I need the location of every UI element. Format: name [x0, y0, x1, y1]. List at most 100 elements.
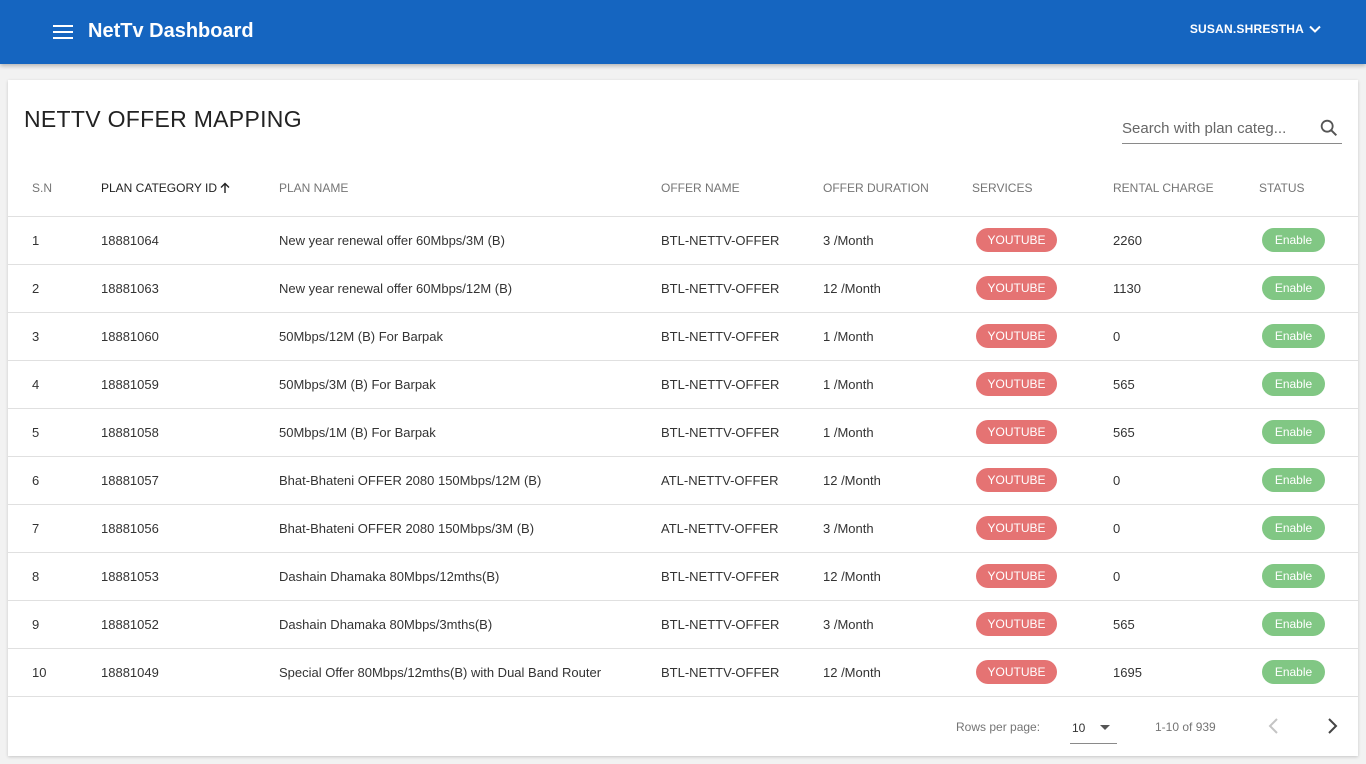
chevron-right-icon — [1328, 718, 1338, 734]
header-status[interactable]: STATUS — [1259, 160, 1358, 217]
cell-plan-category-id: 18881052 — [101, 600, 279, 649]
cell-offer-name: BTL-NETTV-OFFER — [661, 408, 823, 457]
status-badge[interactable]: Enable — [1262, 372, 1325, 396]
status-badge[interactable]: Enable — [1262, 612, 1325, 636]
search-field — [1122, 114, 1342, 144]
cell-offer-name: BTL-NETTV-OFFER — [661, 552, 823, 601]
service-badge[interactable]: YOUTUBE — [976, 276, 1057, 300]
cell-sn: 8 — [8, 552, 101, 601]
cell-offer-name: BTL-NETTV-OFFER — [661, 216, 823, 265]
table-row[interactable]: 2 18881063 New year renewal offer 60Mbps… — [8, 264, 1358, 313]
table-row[interactable]: 3 18881060 50Mbps/12M (B) For Barpak BTL… — [8, 312, 1358, 361]
pagination-bar: Rows per page: 10 1-10 of 939 — [8, 698, 1358, 756]
user-menu[interactable]: SUSAN.SHRESTHA — [1190, 22, 1322, 36]
cell-offer-name: ATL-NETTV-OFFER — [661, 456, 823, 505]
header-rental-charge[interactable]: RENTAL CHARGE — [1113, 160, 1259, 217]
cell-offer-duration: 1 /Month — [823, 360, 972, 409]
cell-rental-charge: 0 — [1113, 456, 1259, 505]
service-badge[interactable]: YOUTUBE — [976, 564, 1057, 588]
cell-services: YOUTUBE — [972, 216, 1113, 265]
search-icon[interactable] — [1318, 117, 1340, 139]
cell-status: Enable — [1259, 264, 1358, 313]
cell-plan-category-id: 18881059 — [101, 360, 279, 409]
cell-sn: 2 — [8, 264, 101, 313]
caret-down-icon — [1100, 725, 1110, 730]
table-row[interactable]: 9 18881052 Dashain Dhamaka 80Mbps/3mths(… — [8, 600, 1358, 649]
cell-status: Enable — [1259, 216, 1358, 265]
next-page-button[interactable] — [1320, 714, 1344, 738]
status-badge[interactable]: Enable — [1262, 660, 1325, 684]
cell-plan-category-id: 18881063 — [101, 264, 279, 313]
status-badge[interactable]: Enable — [1262, 276, 1325, 300]
cell-offer-duration: 12 /Month — [823, 552, 972, 601]
page-title: NETTV OFFER MAPPING — [24, 106, 302, 132]
cell-sn: 6 — [8, 456, 101, 505]
cell-services: YOUTUBE — [972, 456, 1113, 505]
cell-status: Enable — [1259, 504, 1358, 553]
cell-status: Enable — [1259, 552, 1358, 601]
status-badge[interactable]: Enable — [1262, 324, 1325, 348]
table-row[interactable]: 4 18881059 50Mbps/3M (B) For Barpak BTL-… — [8, 360, 1358, 409]
cell-rental-charge: 1695 — [1113, 648, 1259, 697]
cell-plan-category-id: 18881064 — [101, 216, 279, 265]
cell-sn: 1 — [8, 216, 101, 265]
cell-services: YOUTUBE — [972, 408, 1113, 457]
cell-services: YOUTUBE — [972, 312, 1113, 361]
cell-plan-name: Bhat-Bhateni OFFER 2080 150Mbps/12M (B) — [279, 456, 661, 505]
table-row[interactable]: 7 18881056 Bhat-Bhateni OFFER 2080 150Mb… — [8, 504, 1358, 553]
cell-plan-category-id: 18881057 — [101, 456, 279, 505]
header-offer-name[interactable]: OFFER NAME — [661, 160, 823, 217]
status-badge[interactable]: Enable — [1262, 516, 1325, 540]
cell-plan-category-id: 18881060 — [101, 312, 279, 361]
menu-button[interactable] — [48, 17, 78, 47]
offer-mapping-card: NETTV OFFER MAPPING S.N PLAN CATEGORY ID… — [8, 80, 1358, 756]
table-row[interactable]: 8 18881053 Dashain Dhamaka 80Mbps/12mths… — [8, 552, 1358, 601]
service-badge[interactable]: YOUTUBE — [976, 660, 1057, 684]
rows-per-page-label: Rows per page: — [956, 720, 1041, 734]
cell-sn: 4 — [8, 360, 101, 409]
table-row[interactable]: 6 18881057 Bhat-Bhateni OFFER 2080 150Mb… — [8, 456, 1358, 505]
status-badge[interactable]: Enable — [1262, 228, 1325, 252]
cell-services: YOUTUBE — [972, 504, 1113, 553]
header-plan-category-id[interactable]: PLAN CATEGORY ID — [101, 160, 279, 217]
table-row[interactable]: 5 18881058 50Mbps/1M (B) For Barpak BTL-… — [8, 408, 1358, 457]
cell-plan-name: New year renewal offer 60Mbps/12M (B) — [279, 264, 661, 313]
header-offer-duration[interactable]: OFFER DURATION — [823, 160, 972, 217]
search-input[interactable] — [1122, 118, 1304, 138]
service-badge[interactable]: YOUTUBE — [976, 228, 1057, 252]
arrow-up-icon — [220, 182, 230, 193]
cell-status: Enable — [1259, 648, 1358, 697]
rows-per-page-select[interactable]: 10 — [1070, 712, 1117, 744]
cell-rental-charge: 565 — [1113, 408, 1259, 457]
cell-sn: 9 — [8, 600, 101, 649]
cell-rental-charge: 0 — [1113, 312, 1259, 361]
cell-offer-duration: 3 /Month — [823, 504, 972, 553]
cell-status: Enable — [1259, 360, 1358, 409]
status-badge[interactable]: Enable — [1262, 468, 1325, 492]
cell-sn: 10 — [8, 648, 101, 697]
previous-page-button[interactable] — [1262, 714, 1286, 738]
cell-status: Enable — [1259, 408, 1358, 457]
cell-offer-name: BTL-NETTV-OFFER — [661, 360, 823, 409]
cell-services: YOUTUBE — [972, 360, 1113, 409]
chevron-left-icon — [1268, 718, 1278, 734]
service-badge[interactable]: YOUTUBE — [976, 324, 1057, 348]
table-row[interactable]: 1 18881064 New year renewal offer 60Mbps… — [8, 216, 1358, 265]
cell-services: YOUTUBE — [972, 600, 1113, 649]
cell-offer-name: BTL-NETTV-OFFER — [661, 600, 823, 649]
table-row[interactable]: 10 18881049 Special Offer 80Mbps/12mths(… — [8, 648, 1358, 697]
header-sn[interactable]: S.N — [8, 160, 101, 217]
status-badge[interactable]: Enable — [1262, 420, 1325, 444]
status-badge[interactable]: Enable — [1262, 564, 1325, 588]
cell-rental-charge: 0 — [1113, 504, 1259, 553]
chevron-down-icon — [1309, 25, 1321, 33]
cell-offer-duration: 3 /Month — [823, 216, 972, 265]
header-services[interactable]: SERVICES — [972, 160, 1113, 217]
service-badge[interactable]: YOUTUBE — [976, 612, 1057, 636]
service-badge[interactable]: YOUTUBE — [976, 468, 1057, 492]
service-badge[interactable]: YOUTUBE — [976, 372, 1057, 396]
header-plan-name[interactable]: PLAN NAME — [279, 160, 661, 217]
service-badge[interactable]: YOUTUBE — [976, 420, 1057, 444]
app-title: NetTv Dashboard — [88, 20, 254, 42]
service-badge[interactable]: YOUTUBE — [976, 516, 1057, 540]
